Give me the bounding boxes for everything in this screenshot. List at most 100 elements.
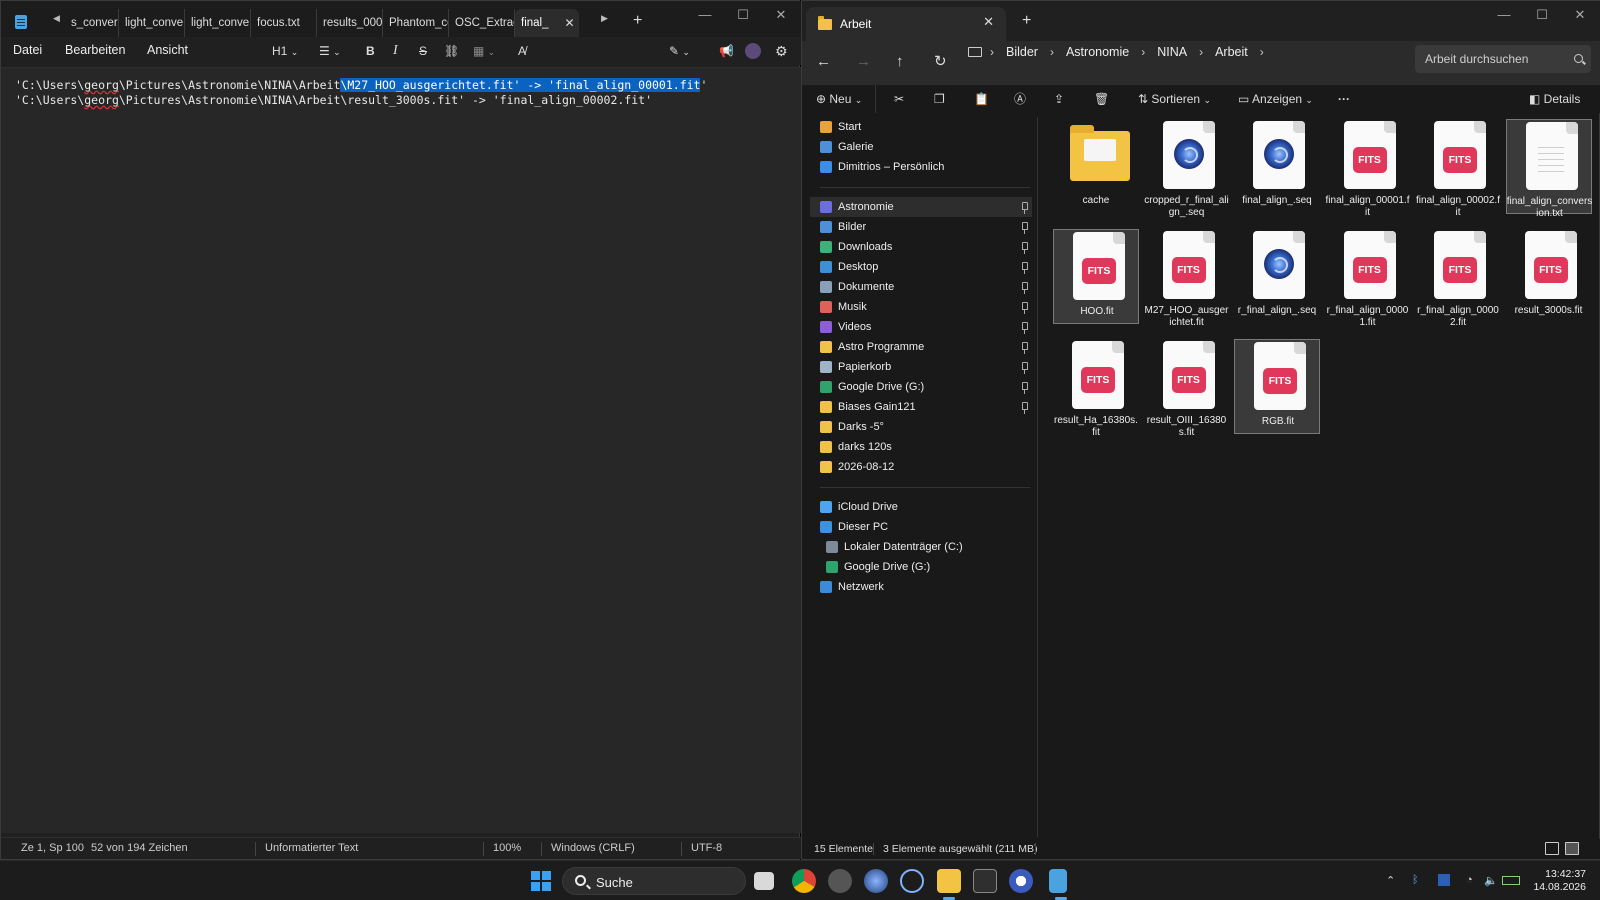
chevron-right-icon[interactable]: ›	[1199, 45, 1203, 59]
sidebar-item[interactable]: Dimitrios – Persönlich	[820, 157, 1032, 177]
heading-select[interactable]: H1 ⌄	[272, 43, 298, 59]
file-explorer-icon[interactable]	[937, 869, 961, 900]
bold-icon[interactable]: B	[366, 43, 375, 59]
notepad-icon[interactable]	[1049, 869, 1067, 900]
breadcrumb-item[interactable]: Arbeit	[1215, 45, 1248, 59]
file-item[interactable]: cropped_r_final_align_.seq	[1144, 119, 1230, 218]
breadcrumb-item[interactable]: Bilder	[1006, 45, 1038, 59]
taskbar-search[interactable]: Suche	[562, 867, 746, 895]
text-editor[interactable]: 'C:\Users\georg\Pictures\Astronomie\NINA…	[1, 68, 801, 833]
file-item[interactable]: FITS r_final_align_00002.fit	[1415, 229, 1501, 328]
notepad-tab[interactable]: s_conver	[65, 9, 119, 37]
file-item[interactable]: final_align_.seq	[1234, 119, 1320, 214]
sidebar-item[interactable]: Galerie	[820, 137, 1032, 157]
tabs-scroll-right-icon[interactable]: ▶	[601, 13, 608, 24]
notepad-tab[interactable]: light_conve	[119, 9, 185, 37]
minimize-icon[interactable]: —	[695, 5, 715, 25]
sidebar-item[interactable]: Musik	[820, 297, 1032, 317]
view-button[interactable]: ▭ Anzeigen ⌄	[1238, 89, 1313, 109]
sidebar-item[interactable]: Astro Programme	[820, 337, 1032, 357]
explorer-tab[interactable]: Arbeit ✕	[806, 7, 1006, 41]
sidebar-item[interactable]: Dieser PC	[820, 517, 1032, 537]
notepad-tab-active[interactable]: final_ ✕	[515, 9, 579, 37]
chrome-icon[interactable]	[792, 869, 816, 893]
announcement-icon[interactable]: 📢	[719, 43, 734, 59]
terminal-icon[interactable]	[973, 869, 997, 893]
gear-icon[interactable]: ⚙	[775, 43, 788, 59]
file-item[interactable]: FITS r_final_align_00001.fit	[1325, 229, 1411, 328]
up-arrow-icon[interactable]: ↑	[896, 53, 904, 71]
share-icon[interactable]: ⇪	[1054, 89, 1064, 109]
file-item[interactable]: FITS final_align_00002.fit	[1415, 119, 1501, 218]
cut-icon[interactable]: ✂	[894, 89, 904, 109]
notepad-tab[interactable]: light_conve	[185, 9, 251, 37]
avatar[interactable]	[745, 43, 761, 59]
maximize-icon[interactable]: ☐	[733, 5, 753, 25]
close-window-icon[interactable]: ✕	[771, 5, 791, 25]
sidebar-item[interactable]: Papierkorb	[820, 357, 1032, 377]
sidebar-item[interactable]: Google Drive (G:)	[820, 377, 1032, 397]
search-icon[interactable]	[1574, 54, 1583, 63]
rename-icon[interactable]: Ⓐ	[1014, 89, 1026, 109]
list-icon[interactable]: ☰ ⌄	[319, 43, 341, 59]
line-ending[interactable]: Windows (CRLF)	[551, 842, 635, 854]
chevron-up-icon[interactable]: ⌃	[1386, 874, 1395, 887]
speaker-icon[interactable]: 🔈	[1484, 874, 1498, 887]
bluetooth-icon[interactable]: ᛒ	[1412, 874, 1419, 886]
planetarium-icon[interactable]	[900, 869, 924, 893]
sidebar-item[interactable]: Desktop	[820, 257, 1032, 277]
windows-start-icon[interactable]	[531, 871, 551, 891]
sidebar-item[interactable]: 2026-08-12	[820, 457, 1032, 477]
paste-icon[interactable]: 📋	[974, 89, 989, 109]
strikethrough-icon[interactable]: S	[419, 43, 427, 59]
copilot-icon[interactable]: ✎ ⌄	[669, 43, 690, 59]
sidebar-item[interactable]: Darks -5°	[820, 417, 1032, 437]
siril-icon[interactable]	[1009, 869, 1033, 893]
clock[interactable]: 13:42:37 14.08.2026	[1528, 868, 1586, 894]
minimize-icon[interactable]: —	[1494, 5, 1514, 25]
astro-app-icon[interactable]	[864, 869, 888, 893]
search-box[interactable]	[1415, 45, 1591, 73]
task-view-icon[interactable]	[754, 872, 774, 890]
battery-icon[interactable]	[1502, 876, 1520, 885]
tray-app-icon[interactable]	[1438, 874, 1450, 886]
wifi-icon[interactable]: ◔	[1466, 874, 1473, 886]
text-format[interactable]: Unformatierter Text	[265, 842, 358, 854]
breadcrumb-item[interactable]: NINA	[1157, 45, 1187, 59]
menu-bearbeiten[interactable]: Bearbeiten	[65, 43, 125, 57]
copy-icon[interactable]: ❐	[934, 89, 945, 109]
sidebar-item[interactable]: Astronomie	[810, 197, 1032, 217]
menu-datei[interactable]: Datei	[13, 43, 42, 57]
new-tab-button[interactable]: +	[1022, 13, 1031, 29]
new-button[interactable]: ⊕ Neu ⌄	[816, 89, 862, 109]
file-item[interactable]: FITS result_3000s.fit	[1506, 229, 1592, 324]
sidebar-item[interactable]: Biases Gain121	[820, 397, 1032, 417]
file-item[interactable]: FITS HOO.fit	[1053, 229, 1139, 324]
breadcrumb-item[interactable]: Astronomie	[1066, 45, 1129, 59]
file-item[interactable]: r_final_align_.seq	[1234, 229, 1320, 324]
zoom-level[interactable]: 100%	[493, 842, 521, 854]
sidebar-item[interactable]: Bilder	[820, 217, 1032, 237]
encoding[interactable]: UTF-8	[691, 842, 722, 854]
new-tab-button[interactable]: +	[633, 13, 642, 29]
file-item[interactable]: final_align_conversion.txt	[1505, 119, 1592, 219]
details-button[interactable]: ◧ Details	[1529, 89, 1580, 109]
sidebar-item[interactable]: darks 120s	[820, 437, 1032, 457]
notepad-tab[interactable]: Phantom_cc	[383, 9, 449, 37]
notepad-tab[interactable]: OSC_Extract	[449, 9, 515, 37]
refresh-icon[interactable]: ↻	[934, 53, 947, 71]
more-options-button[interactable]: ···	[1338, 89, 1350, 109]
chevron-right-icon[interactable]: ›	[990, 45, 994, 59]
chevron-right-icon[interactable]: ›	[1260, 45, 1264, 59]
chevron-right-icon[interactable]: ›	[1141, 45, 1145, 59]
app-icon[interactable]	[828, 869, 852, 893]
large-icons-view-icon[interactable]	[1565, 842, 1579, 855]
chevron-right-icon[interactable]: ›	[1050, 45, 1054, 59]
file-item[interactable]: FITS final_align_00001.fit	[1325, 119, 1411, 218]
sidebar-item[interactable]: iCloud Drive	[820, 497, 1032, 517]
file-item[interactable]: FITS RGB.fit	[1234, 339, 1320, 434]
file-item[interactable]: FITS result_OIII_16380s.fit	[1144, 339, 1230, 438]
menu-ansicht[interactable]: Ansicht	[147, 43, 188, 57]
file-item[interactable]: FITS result_Ha_16380s.fit	[1053, 339, 1139, 438]
italic-icon[interactable]: I	[393, 43, 398, 59]
